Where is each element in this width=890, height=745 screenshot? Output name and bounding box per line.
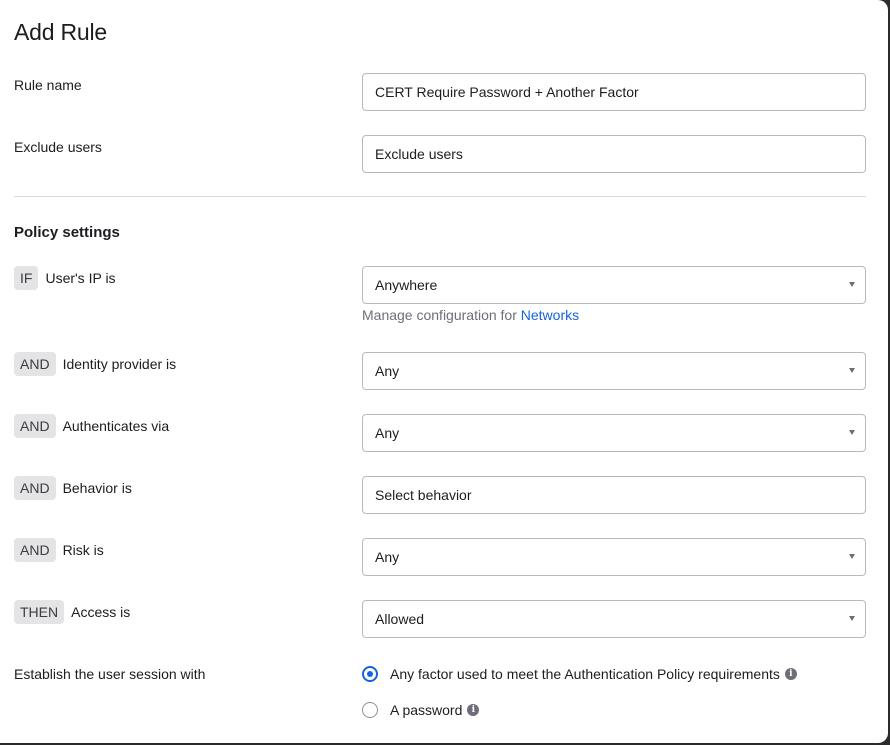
- rule-name-label: Rule name: [14, 77, 82, 93]
- condition-authenticates-via: AND Authenticates via: [14, 414, 169, 438]
- network-helper-prefix: Manage configuration for: [362, 307, 521, 323]
- condition-keyword-pill: IF: [14, 266, 39, 290]
- condition-keyword-pill: THEN: [14, 600, 65, 624]
- risk-select[interactable]: Any: [362, 538, 866, 576]
- behavior-input[interactable]: Select behavior: [362, 476, 866, 514]
- risk-select-value: Any: [375, 549, 400, 565]
- rule-name-input[interactable]: CERT Require Password + Another Factor: [362, 73, 866, 111]
- networks-link[interactable]: Networks: [521, 307, 579, 323]
- identity-provider-value: Any: [375, 363, 400, 379]
- condition-access: THEN Access is: [14, 600, 130, 624]
- network-helper-text: Manage configuration for Networks: [362, 307, 579, 323]
- condition-label: Identity provider is: [62, 356, 177, 372]
- ip-select[interactable]: Anywhere: [362, 266, 866, 304]
- add-rule-dialog: Add Rule Rule name CERT Require Password…: [0, 0, 888, 743]
- condition-ip: IF User's IP is: [14, 266, 116, 290]
- session-option-label: Any factor used to meet the Authenticati…: [390, 666, 780, 682]
- condition-keyword-pill: AND: [14, 414, 56, 438]
- condition-keyword-pill: AND: [14, 538, 56, 562]
- access-select[interactable]: Allowed: [362, 600, 866, 638]
- condition-keyword-pill: AND: [14, 476, 56, 500]
- condition-keyword-pill: AND: [14, 352, 56, 376]
- condition-risk: AND Risk is: [14, 538, 104, 562]
- info-icon[interactable]: i: [784, 668, 797, 680]
- identity-provider-select[interactable]: Any: [362, 352, 866, 390]
- authenticates-via-select[interactable]: Any: [362, 414, 866, 452]
- condition-label: Access is: [71, 604, 131, 620]
- condition-label: User's IP is: [45, 270, 116, 286]
- chevron-down-icon: [849, 282, 855, 287]
- chevron-down-icon: [849, 554, 855, 559]
- session-option-password[interactable]: A password i: [362, 702, 480, 718]
- chevron-down-icon: [849, 368, 855, 373]
- ip-select-value: Anywhere: [375, 277, 438, 293]
- policy-settings-title: Policy settings: [14, 224, 120, 241]
- condition-identity-provider: AND Identity provider is: [14, 352, 176, 376]
- radio-button-selected[interactable]: [362, 666, 378, 682]
- dialog-title: Add Rule: [14, 19, 108, 45]
- authenticates-via-value: Any: [375, 425, 400, 441]
- condition-behavior: AND Behavior is: [14, 476, 132, 500]
- condition-label: Risk is: [62, 542, 104, 558]
- exclude-users-label: Exclude users: [14, 139, 102, 155]
- condition-label: Authenticates via: [62, 418, 170, 434]
- divider: [14, 196, 866, 197]
- chevron-down-icon: [849, 616, 855, 621]
- session-option-label: A password: [390, 702, 463, 718]
- radio-button[interactable]: [362, 702, 378, 718]
- info-icon[interactable]: i: [467, 704, 480, 716]
- access-select-value: Allowed: [375, 611, 425, 627]
- exclude-users-input[interactable]: Exclude users: [362, 135, 866, 173]
- condition-label: Behavior is: [62, 480, 132, 496]
- chevron-down-icon: [849, 430, 855, 435]
- session-label: Establish the user session with: [14, 666, 206, 682]
- session-option-any-factor[interactable]: Any factor used to meet the Authenticati…: [362, 666, 797, 682]
